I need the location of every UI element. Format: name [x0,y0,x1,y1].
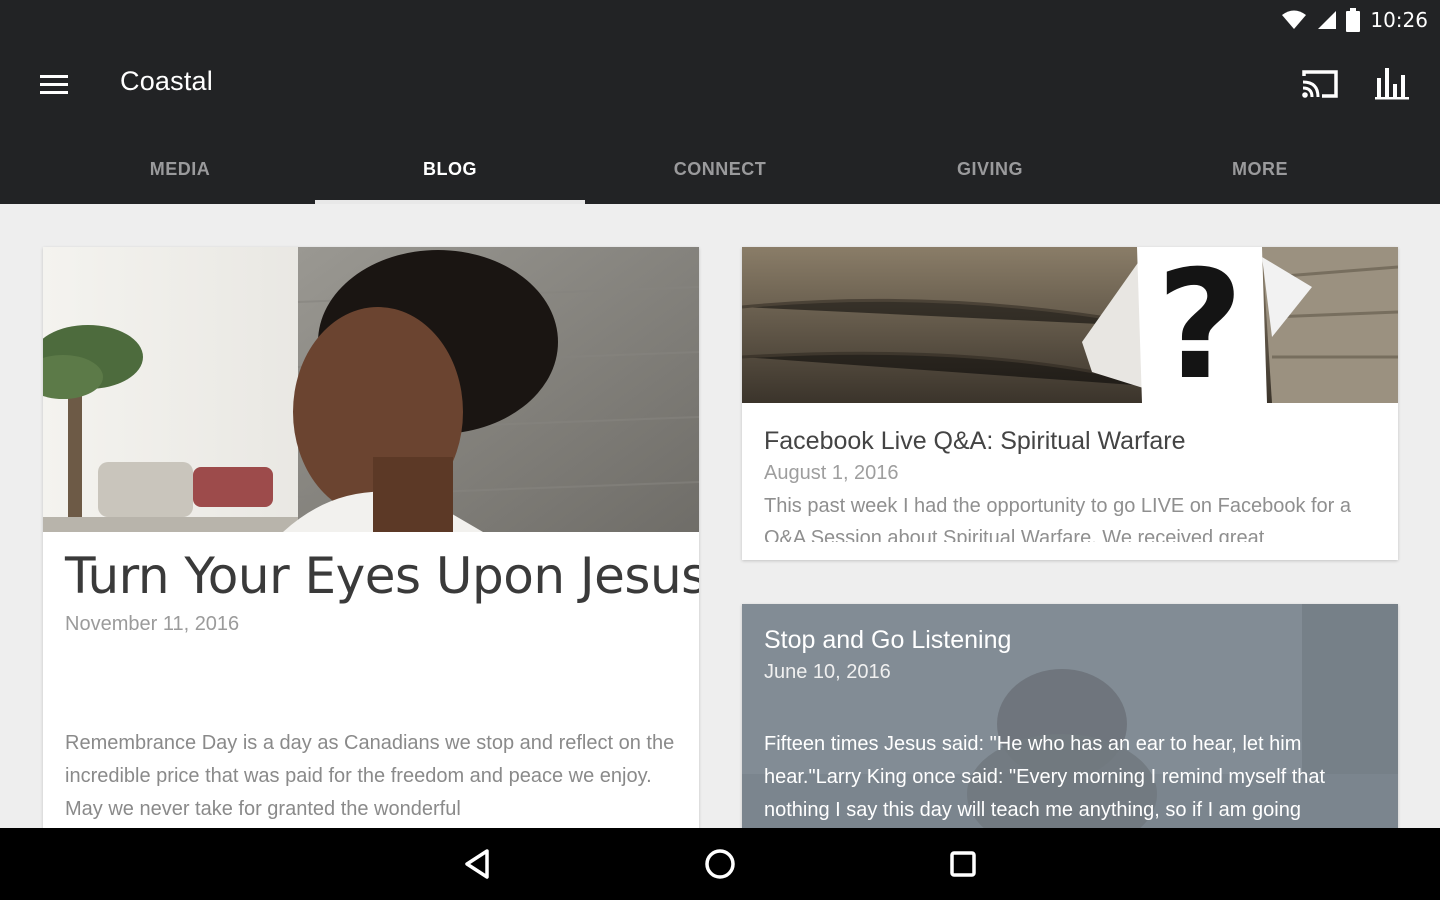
battery-icon [1346,8,1361,32]
stats-button[interactable] [1372,64,1414,104]
cast-icon [1302,70,1338,98]
tab-more[interactable]: MORE [1125,140,1395,204]
app-title: Coastal [120,66,213,96]
wifi-icon [1282,10,1307,29]
blog-post-card[interactable]: Stop and Go Listening June 10, 2016 Fift… [742,604,1398,854]
post-date: November 11, 2016 [65,613,240,635]
signal-icon [1318,11,1337,29]
post-excerpt: Remembrance Day is a day as Canadians we… [65,732,675,820]
recents-icon [950,851,976,877]
blog-post-card[interactable]: Turn Your Eyes Upon Jesus November 11, 2… [43,247,699,847]
tab-bar: MEDIA BLOG CONNECT GIVING MORE [45,140,1395,204]
post-date: August 1, 2016 [764,462,899,484]
home-icon [705,849,735,879]
tab-connect[interactable]: CONNECT [585,140,855,204]
post-excerpt: This past week I had the opportunity to … [764,495,1352,542]
post-date: June 10, 2016 [764,661,891,683]
blog-post-card[interactable]: ? Facebook Live Q&A: Spiritual Warfare A… [742,247,1398,560]
menu-button[interactable] [36,70,72,100]
post-hero-image [43,247,699,532]
svg-text:?: ? [1156,247,1243,403]
status-time: 10:26 [1370,8,1428,32]
tab-blog[interactable]: BLOG [315,140,585,204]
stats-icon [1375,68,1409,100]
post-title: Facebook Live Q&A: Spiritual Warfare [764,427,1186,455]
post-hero-image: ? [742,247,1398,403]
back-button[interactable] [456,844,500,884]
post-title: Stop and Go Listening [764,626,1012,654]
status-bar: 10:26 [0,0,1440,40]
cast-button[interactable] [1298,64,1342,104]
menu-icon [40,75,68,94]
status-icons: 10:26 [1282,0,1428,40]
home-button[interactable] [698,844,742,884]
post-title: Turn Your Eyes Upon Jesus [65,547,699,605]
app-bar: Coastal MEDIA BLOG CONNECT GIVING MORE [0,40,1440,204]
recents-button[interactable] [941,844,985,884]
back-icon [465,849,489,879]
system-nav-bar [0,828,1440,900]
tab-giving[interactable]: GIVING [855,140,1125,204]
post-excerpt: Fifteen times Jesus said: "He who has an… [764,733,1326,821]
tab-media[interactable]: MEDIA [45,140,315,204]
